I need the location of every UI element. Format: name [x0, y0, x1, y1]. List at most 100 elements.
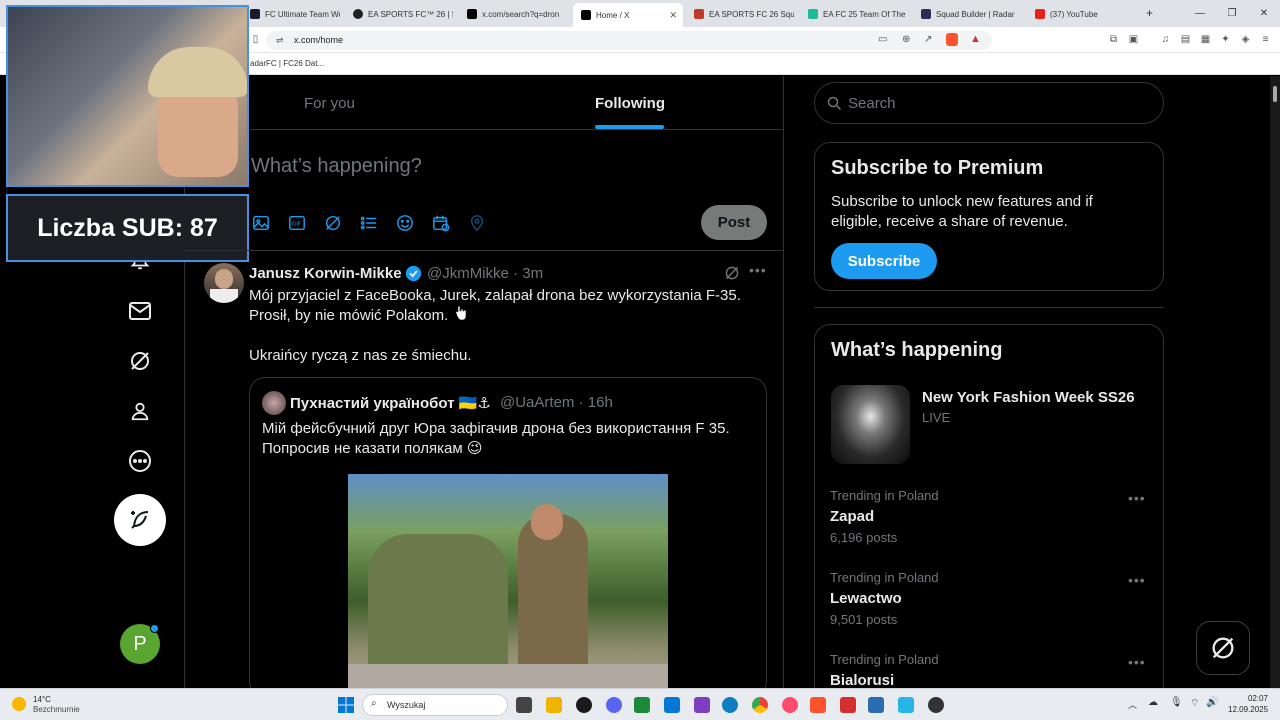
clock-date[interactable]: 12.09.2025	[1228, 705, 1268, 714]
bookmark-icon[interactable]: ▯	[250, 34, 261, 45]
volume-icon[interactable]: 🔊	[1206, 697, 1218, 708]
trend-name[interactable]: Lewactwo	[830, 590, 902, 607]
leo-icon[interactable]: ✦	[1220, 34, 1231, 45]
post-button[interactable]: Post	[701, 205, 767, 240]
compose-input[interactable]: What’s happening?	[251, 155, 422, 178]
compose-placeholder: What’s happening?	[251, 155, 422, 177]
vivaldi-icon[interactable]	[840, 697, 856, 713]
vscode-icon[interactable]	[664, 697, 680, 713]
app-icon[interactable]	[694, 697, 710, 713]
discord-icon[interactable]	[606, 697, 622, 713]
quoted-text-line: Мій фейсбучний друг Юра зафігачив дрона …	[262, 420, 730, 437]
bookmark-item[interactable]: adarFC | FC26 Dat...	[250, 59, 324, 68]
trend-more-icon[interactable]: •••	[1128, 490, 1146, 506]
menu-icon[interactable]: ≡	[1260, 34, 1271, 45]
tweet-author[interactable]: Janusz Korwin-Mikke	[249, 265, 402, 282]
browser-tab[interactable]: EA FC 25 Team Of The	[808, 4, 908, 24]
brave-shields-icon[interactable]	[946, 33, 958, 46]
gif-icon[interactable]: GIF	[288, 214, 306, 232]
svg-text:GIF: GIF	[292, 222, 301, 228]
sidebar-icon[interactable]: ▣	[1128, 34, 1139, 45]
new-tab-icon[interactable]: +	[1146, 6, 1153, 20]
quoted-avatar[interactable]	[262, 391, 286, 415]
windows-start-icon[interactable]	[338, 697, 354, 713]
browser-tab[interactable]: EA SPORTS FC™ 26 | S	[353, 4, 453, 24]
emoji-icon[interactable]	[396, 214, 414, 232]
messages-icon[interactable]	[127, 298, 153, 324]
url-text: x.com/home	[294, 35, 344, 45]
excel-icon[interactable]	[634, 697, 650, 713]
share-icon[interactable]: ↗	[924, 34, 932, 45]
tab-for-you[interactable]: For you	[304, 95, 355, 112]
cloud-icon[interactable]: ☁	[1148, 697, 1158, 708]
brave-icon[interactable]	[810, 697, 826, 713]
search-input[interactable]: Search	[814, 82, 1164, 124]
scrollbar[interactable]	[1270, 76, 1280, 688]
extensions-icon[interactable]: ⧉	[1108, 34, 1119, 45]
taskbar-search[interactable]: ⌕ Wyszukaj	[362, 694, 508, 716]
quoted-tweet-card[interactable]: Пухнастий українобот 🇺🇦⚓ @UaArtem · 16h …	[249, 377, 767, 697]
url-field[interactable]: ⇌ x.com/home ▭ ⊕ ↗ ▲	[266, 31, 992, 50]
wallet-icon[interactable]: ▦	[1200, 34, 1211, 45]
opera-icon[interactable]	[782, 697, 798, 713]
weather-temp: 14°C	[33, 695, 51, 704]
tab-label: EA FC 25 Team Of The	[823, 9, 906, 19]
subscribe-button[interactable]: Subscribe	[831, 243, 937, 279]
tweet-avatar[interactable]	[204, 263, 244, 303]
site-info-icon[interactable]: ⇌	[276, 35, 284, 46]
close-window-icon[interactable]: ✕	[1248, 0, 1280, 27]
tweet-media-image[interactable]	[348, 474, 668, 696]
edge-icon[interactable]	[722, 697, 738, 713]
app-icon[interactable]	[868, 697, 884, 713]
mic-icon[interactable]: 🎙	[1170, 697, 1183, 708]
event-title[interactable]: New York Fashion Week SS26	[922, 389, 1135, 406]
location-icon[interactable]	[468, 214, 486, 232]
quoted-author: Пухнастий українобот 🇺🇦⚓	[290, 395, 491, 412]
brave-rewards-icon[interactable]: ▲	[970, 33, 981, 45]
sub-counter-text: Liczba SUB: 87	[37, 213, 218, 242]
media-icon[interactable]	[252, 214, 270, 232]
tweet-handle[interactable]: @JkmMikke · 3m	[427, 265, 543, 282]
browser-tab[interactable]: (37) YouTube	[1035, 4, 1135, 24]
grok-icon[interactable]	[127, 348, 153, 374]
browser-tab[interactable]: FC Ultimate Team Web	[250, 4, 340, 24]
trend-more-icon[interactable]: •••	[1128, 572, 1146, 588]
more-icon[interactable]	[127, 448, 153, 474]
reader-icon[interactable]: ▤	[1180, 34, 1191, 45]
profile-icon[interactable]	[127, 398, 153, 424]
chrome-icon[interactable]	[752, 697, 768, 713]
trend-more-icon[interactable]: •••	[1128, 654, 1146, 670]
restore-icon[interactable]: ❐	[1216, 0, 1248, 27]
browser-tab[interactable]: EA SPORTS FC 26 Squa	[694, 4, 794, 24]
tray-chevron-icon[interactable]: ︿	[1128, 698, 1137, 711]
task-view-icon[interactable]	[516, 697, 532, 713]
tab-following[interactable]: Following	[595, 95, 665, 112]
poll-icon[interactable]	[360, 214, 378, 232]
trend-name[interactable]: Zapad	[830, 508, 874, 525]
trend-name[interactable]: Bialorusi	[830, 672, 894, 689]
file-explorer-icon[interactable]	[546, 697, 562, 713]
app-icon[interactable]	[928, 697, 944, 713]
browser-tab[interactable]: Squad Builder | Radar	[921, 4, 1023, 24]
steam-icon[interactable]	[576, 697, 592, 713]
grok-icon[interactable]	[724, 265, 740, 281]
browser-tab[interactable]: x.com/search?q=dron	[467, 4, 567, 24]
close-tab-icon[interactable]: ✕	[669, 10, 677, 21]
grok-floating-button[interactable]	[1196, 621, 1250, 675]
vpn-icon[interactable]: ◈	[1240, 34, 1251, 45]
zoom-icon[interactable]: ⊕	[902, 34, 910, 45]
network-icon[interactable]: ⌔	[1190, 697, 1199, 710]
tweet-more-icon[interactable]: •••	[749, 262, 767, 278]
schedule-icon[interactable]	[432, 214, 450, 232]
browser-tab-active[interactable]: Home / X ✕	[573, 3, 683, 27]
grok-icon[interactable]	[324, 214, 342, 232]
weather-icon[interactable]	[12, 697, 26, 711]
app-icon[interactable]	[898, 697, 914, 713]
compose-post-button[interactable]	[114, 494, 166, 546]
music-icon[interactable]: ♫	[1160, 34, 1171, 45]
divider	[814, 307, 1164, 308]
minimize-icon[interactable]: —	[1184, 0, 1216, 27]
event-thumbnail[interactable]	[831, 385, 910, 464]
cast-icon[interactable]: ▭	[878, 34, 887, 45]
clock-time[interactable]: 02:07	[1228, 694, 1268, 703]
